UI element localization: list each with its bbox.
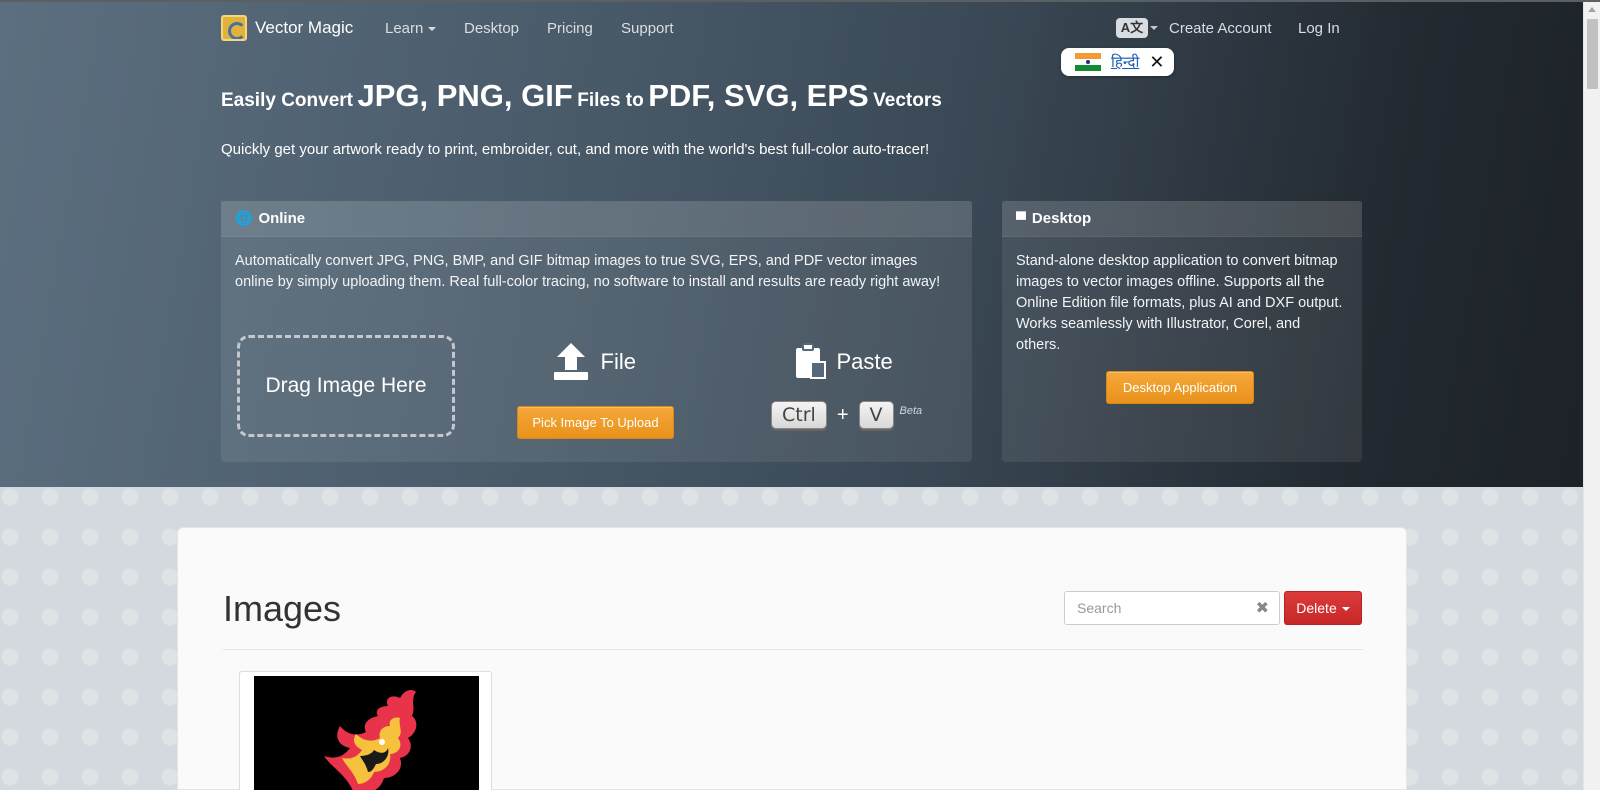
v-key: V (858, 401, 894, 429)
chevron-down-icon (428, 27, 437, 32)
paste-label: Paste (836, 349, 893, 374)
images-title: Images (223, 588, 342, 629)
upload-icon (554, 343, 589, 381)
plus-sign: + (836, 403, 849, 426)
online-panel-title: Online (258, 210, 306, 227)
log-in-link[interactable]: Log In (1298, 20, 1340, 37)
create-account-link[interactable]: Create Account (1169, 20, 1272, 37)
vector-magic-logo-icon (221, 15, 247, 41)
divider (223, 649, 1363, 650)
headline-part: Files to (577, 90, 644, 111)
clear-search-icon[interactable]: ✖ (1256, 598, 1269, 618)
desktop-description: Stand-alone desktop application to conve… (1016, 253, 1343, 353)
monitor-icon: ▀ (1016, 210, 1026, 227)
pick-image-button[interactable]: Pick Image To Upload (517, 406, 674, 439)
online-panel: 🌐 Online Automatically convert JPG, PNG,… (221, 201, 972, 462)
scrollbar-thumb[interactable] (1587, 19, 1598, 89)
desktop-panel: ▀ Desktop Stand-alone desktop applicatio… (1002, 201, 1362, 462)
desktop-panel-header: ▀ Desktop (1002, 201, 1362, 237)
translate-icon: A文 (1116, 18, 1148, 38)
nav-support[interactable]: Support (621, 20, 674, 37)
hero-section: Vector Magic Learn Desktop Pricing Suppo… (0, 2, 1583, 487)
image-thumbnail[interactable] (239, 671, 492, 790)
delete-button[interactable]: Delete (1284, 591, 1362, 625)
top-nav: Vector Magic Learn Desktop Pricing Suppo… (221, 14, 1361, 44)
images-card: Images ✖ Delete (177, 527, 1407, 790)
headline-part: Easily Convert (221, 90, 353, 111)
headline-part: Vectors (873, 90, 942, 111)
online-description: Automatically convert JPG, PNG, BMP, and… (235, 253, 941, 290)
phoenix-logo-image (254, 676, 479, 790)
headline-formats-out: PDF, SVG, EPS (648, 78, 869, 113)
beta-badge: Beta (899, 405, 923, 417)
close-icon[interactable]: ✕ (1149, 53, 1164, 71)
paste-shortcut: Ctrl + V Beta (771, 401, 922, 429)
desktop-panel-title: Desktop (1031, 210, 1092, 227)
language-hindi-link[interactable]: हिन्दी (1111, 52, 1139, 72)
nav-learn-label: Learn (385, 20, 424, 37)
nav-desktop[interactable]: Desktop (464, 20, 519, 37)
scroll-up-arrow-icon[interactable] (1588, 7, 1596, 12)
headline-formats-in: JPG, PNG, GIF (357, 78, 573, 113)
desktop-application-button[interactable]: Desktop Application (1106, 371, 1254, 404)
clipboard-icon (796, 343, 826, 381)
drag-image-dropzone[interactable]: Drag Image Here (237, 335, 455, 437)
ctrl-key: Ctrl (771, 401, 827, 429)
brand-link[interactable]: Vector Magic (221, 14, 353, 42)
search-input[interactable] (1077, 593, 1257, 623)
chevron-down-icon (1150, 26, 1158, 30)
vertical-scrollbar[interactable] (1583, 2, 1600, 790)
delete-button-label: Delete (1296, 600, 1337, 616)
file-upload-area: File (517, 343, 673, 381)
online-panel-header: 🌐 Online (221, 201, 972, 237)
file-label: File (600, 349, 636, 374)
nav-pricing[interactable]: Pricing (547, 20, 593, 37)
page-headline: Easily Convert JPG, PNG, GIF Files to PD… (221, 78, 942, 114)
language-suggestion-popup: हिन्दी ✕ (1061, 48, 1174, 76)
brand-name: Vector Magic (255, 18, 354, 37)
page-subheadline: Quickly get your artwork ready to print,… (221, 141, 930, 158)
globe-icon: 🌐 (235, 210, 253, 226)
search-box: ✖ (1064, 591, 1280, 625)
india-flag-icon (1075, 53, 1101, 71)
nav-learn[interactable]: Learn (385, 20, 437, 37)
chevron-down-icon (1341, 607, 1350, 612)
paste-area: Paste (796, 343, 906, 381)
language-dropdown[interactable]: A文 (1116, 18, 1158, 38)
